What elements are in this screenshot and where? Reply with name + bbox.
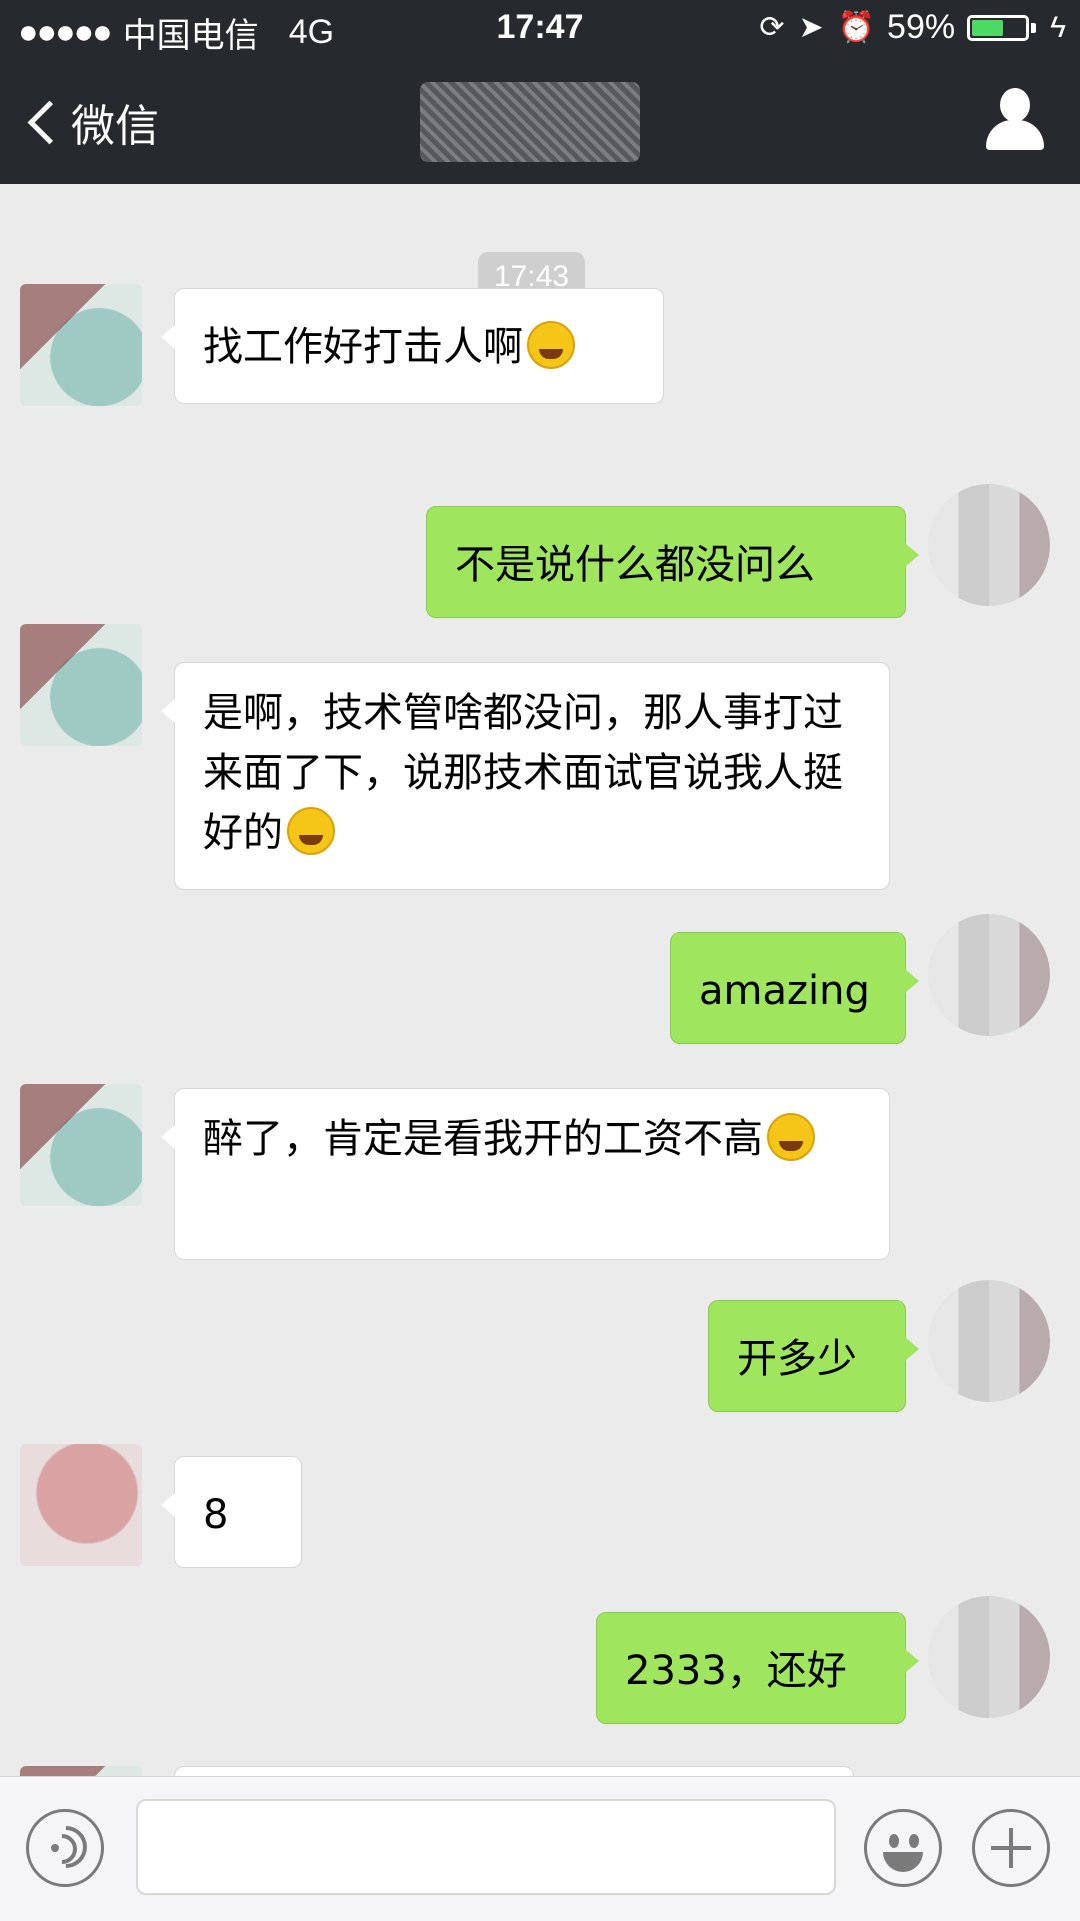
emoji-button[interactable] xyxy=(864,1809,942,1887)
message-text: 醉了，肯定是看我开的工资不高 xyxy=(203,1116,763,1162)
my-avatar[interactable] xyxy=(928,914,1050,1036)
chevron-left-icon xyxy=(27,100,72,144)
input-bar xyxy=(0,1776,1080,1921)
back-button[interactable]: 微信 xyxy=(24,90,159,154)
incoming-message[interactable]: 醉了，肯定是看我开的工资不高 xyxy=(161,1088,890,1260)
message-text: 开多少 xyxy=(737,1336,857,1382)
chat-area[interactable]: 17:43 找工作好打击人啊 不是说什么都没问么 是啊，技术管啥都没问，那人事打… xyxy=(0,184,1080,1776)
message-text: amazing xyxy=(699,968,870,1014)
my-avatar[interactable] xyxy=(928,484,1050,606)
outgoing-message[interactable]: 开多少 xyxy=(708,1300,919,1412)
chat-title-redacted xyxy=(420,82,640,162)
incoming-message[interactable]: 找工作好打击人啊 xyxy=(161,288,664,404)
nav-bar: 微信 xyxy=(0,58,1080,184)
message-text: 不是说什么都没问么 xyxy=(455,542,815,588)
message-text: 8 xyxy=(203,1492,229,1538)
incoming-message-partial[interactable] xyxy=(174,1766,854,1776)
contact-avatar[interactable] xyxy=(20,1444,142,1566)
status-bar: ●●●●● 中国电信 4G 17:47 ⟳ ➤ ⏰ 59% ϟ xyxy=(0,0,1080,58)
rotation-lock-icon: ⟳ xyxy=(759,11,785,44)
my-avatar[interactable] xyxy=(928,1280,1050,1402)
contact-avatar[interactable] xyxy=(20,624,142,746)
message-text: 2333，还好 xyxy=(625,1648,847,1694)
battery-tip xyxy=(1031,22,1037,33)
contact-avatar[interactable] xyxy=(20,284,142,406)
battery-icon xyxy=(967,14,1030,41)
incoming-message[interactable]: 是啊，技术管啥都没问，那人事打过来面了下，说那技术面试官说我人挺好的 xyxy=(161,662,890,890)
message-text: 找工作好打击人啊 xyxy=(203,324,523,370)
charging-icon: ϟ xyxy=(1050,10,1066,44)
location-icon: ➤ xyxy=(798,11,824,44)
back-label: 微信 xyxy=(71,101,159,152)
outgoing-message[interactable]: amazing xyxy=(670,932,919,1044)
facepalm-emoji xyxy=(767,1113,815,1161)
person-icon xyxy=(1000,88,1030,122)
outgoing-message[interactable]: 不是说什么都没问么 xyxy=(426,506,919,618)
contact-avatar[interactable] xyxy=(20,1766,142,1776)
facepalm-emoji xyxy=(527,321,575,369)
more-button[interactable] xyxy=(972,1809,1050,1887)
battery-percent: 59% xyxy=(887,8,956,46)
voice-input-button[interactable] xyxy=(26,1809,104,1887)
outgoing-message[interactable]: 2333，还好 xyxy=(596,1612,919,1724)
alarm-icon: ⏰ xyxy=(837,11,876,44)
chat-info-button[interactable] xyxy=(980,84,1050,154)
contact-avatar[interactable] xyxy=(20,1084,142,1206)
message-input[interactable] xyxy=(136,1799,836,1895)
smiley-icon xyxy=(889,1834,899,1848)
laughing-tears-emoji xyxy=(287,807,335,855)
my-avatar[interactable] xyxy=(928,1596,1050,1718)
incoming-message[interactable]: 8 xyxy=(161,1456,302,1568)
